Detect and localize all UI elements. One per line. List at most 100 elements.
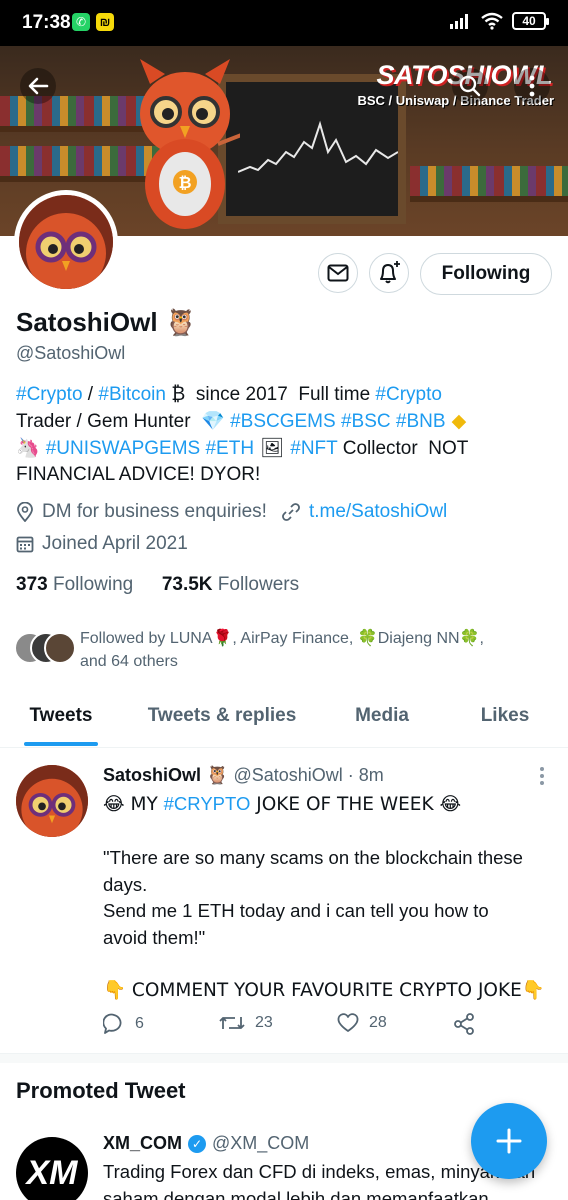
hashtag-eth[interactable]: #ETH — [200, 438, 254, 459]
retweet-icon — [219, 1017, 245, 1029]
active-tab-indicator — [24, 742, 98, 746]
xm-logo-avatar[interactable]: XM — [16, 1137, 88, 1200]
picture-emoji: 🖼 — [254, 437, 291, 459]
tweet-line: "There are so many scams on the blockcha… — [103, 847, 523, 868]
calendar-icon — [16, 536, 34, 553]
signal-icon — [450, 14, 468, 29]
bio-text: ₿ since 2017 Full time — [165, 384, 376, 405]
promoted-author-handle: @XM_COM — [212, 1133, 310, 1153]
followed-by-text: Followed by LUNA🌹, AirPay Finance, 🍀Diaj… — [80, 627, 550, 673]
tweet-line: Send me 1 ETH today and i can tell you h… — [103, 900, 489, 921]
bio-line-4: FINANCIAL ADVICE! DYOR! — [16, 464, 261, 485]
mail-icon — [327, 264, 349, 282]
location-text: DM for business enquiries! — [42, 501, 267, 522]
profile-meta-location: DM for business enquiries! t.me/SatoshiO… — [16, 501, 447, 523]
bio-line-1: #Crypto / #Bitcoin ₿ since 2017 Full tim… — [16, 382, 546, 408]
bio-text: Trader / Gem Hunter — [16, 411, 202, 432]
follower-avatar — [44, 632, 76, 664]
like-button[interactable]: 28 — [337, 1013, 387, 1033]
status-icons: 40 — [450, 12, 549, 30]
tweet-line: avoid them!" — [103, 926, 206, 948]
tweet-text-segment: 😂 MY — [103, 794, 164, 815]
hashtag-nft[interactable]: #NFT — [290, 438, 337, 459]
hashtag-bnb[interactable]: #BNB — [391, 411, 446, 432]
profile-avatar[interactable] — [14, 190, 118, 294]
tweet-actions: 6 23 28 — [103, 1013, 543, 1037]
promoted-tweet-heading: Promoted Tweet — [16, 1078, 186, 1103]
following-stat[interactable]: 373 Following — [16, 574, 133, 595]
bio-line-3: 🦄 #UNISWAPGEMS #ETH 🖼 #NFT Collector NOT — [16, 435, 546, 462]
notifications-button[interactable] — [369, 253, 409, 293]
back-button[interactable] — [20, 68, 56, 104]
message-button[interactable] — [318, 253, 358, 293]
search-button[interactable] — [452, 68, 488, 104]
share-button[interactable] — [453, 1013, 475, 1035]
search-icon — [459, 75, 481, 97]
tweet-text: 😂 MY #CRYPTO JOKE OF THE WEEK 😂 "There a… — [103, 791, 553, 1004]
tab-media[interactable]: Media — [336, 694, 428, 748]
like-count: 28 — [369, 1014, 387, 1031]
location-pin-icon — [17, 502, 33, 522]
tweet-author-name[interactable]: SatoshiOwl — [103, 765, 201, 785]
wifi-icon — [481, 12, 503, 30]
reply-icon — [103, 1013, 122, 1034]
joined-text: Joined April 2021 — [42, 533, 188, 554]
followers-label: Followers — [217, 574, 300, 595]
banner-chart-line — [238, 120, 398, 173]
bio-text: Collector NOT — [337, 438, 469, 459]
tweet-line: days. — [103, 873, 148, 895]
back-arrow-icon — [28, 77, 49, 95]
tab-likes[interactable]: Likes — [462, 694, 548, 748]
followed-by-line-1: Followed by LUNA🌹, AirPay Finance, 🍀Diaj… — [80, 630, 484, 647]
profile-meta-joined: Joined April 2021 — [16, 533, 188, 555]
promoted-author-name[interactable]: XM_COM — [103, 1133, 182, 1154]
owl-emoji: 🦉 — [164, 308, 198, 338]
banner-owl-mascot: ₿ — [140, 59, 240, 229]
tweet-avatar[interactable] — [16, 765, 88, 837]
tab-tweets[interactable]: Tweets — [12, 694, 110, 748]
tweet[interactable]: SatoshiOwl 🦉 @SatoshiOwl · 8m 😂 MY #CRYP… — [0, 749, 568, 1053]
profile-link[interactable]: t.me/SatoshiOwl — [309, 501, 447, 523]
heart-icon — [337, 1013, 359, 1032]
promoted-line: saham dengan modal lebih dan memanfaatka… — [103, 1187, 489, 1200]
hashtag-crypto[interactable]: #Crypto — [16, 384, 83, 405]
tab-tweets-replies[interactable]: Tweets & replies — [136, 694, 308, 748]
bio-text: / — [82, 384, 99, 405]
hashtag-crypto-tweet[interactable]: #CRYPTO — [164, 793, 251, 814]
more-options-button[interactable] — [514, 68, 550, 104]
following-button[interactable]: Following — [420, 253, 552, 295]
profile-tabs: Tweets Tweets & replies Media Likes — [0, 694, 568, 748]
tweet-header: SatoshiOwl 🦉 @SatoshiOwl · 8m — [103, 765, 384, 786]
follow-stats: 373 Following 73.5K Followers — [16, 574, 299, 596]
following-count: 373 — [16, 574, 48, 595]
reply-button[interactable]: 6 — [103, 1013, 144, 1035]
share-icon — [454, 1013, 474, 1035]
verified-badge-icon: ✓ — [188, 1134, 207, 1153]
hashtag-bscgems[interactable]: #BSCGEMS — [225, 411, 336, 432]
tweet-text-segment: JOKE OF THE WEEK 😂 — [250, 794, 462, 815]
bio-line-2: Trader / Gem Hunter 💎 #BSCGEMS #BSC #BNB… — [16, 408, 546, 435]
hashtag-bsc[interactable]: #BSC — [336, 411, 391, 432]
link-icon — [282, 503, 300, 521]
whatsapp-icon: ✆ — [72, 13, 90, 31]
banner-bookshelf-right — [410, 166, 568, 202]
bnb-emoji: ◆ — [445, 410, 467, 432]
tweet-more-icon[interactable] — [532, 765, 552, 787]
plus-icon — [496, 1128, 522, 1154]
tweet-line: 👇 COMMENT YOUR FAVOURITE CRYPTO JOKE👇 — [103, 979, 545, 1001]
following-label: Following — [52, 574, 134, 595]
svg-text:₿: ₿ — [178, 173, 191, 192]
hashtag-crypto-2[interactable]: #Crypto — [375, 384, 442, 405]
hashtag-bitcoin[interactable]: #Bitcoin — [98, 384, 166, 405]
compose-tweet-button[interactable] — [471, 1103, 547, 1179]
battery-icon: 40 — [512, 12, 549, 30]
unicorn-emoji: 🦄 — [16, 437, 46, 459]
wallet-app-icon: ₪ — [96, 13, 114, 31]
promoted-tweet-header: XM_COM ✓ @XM_COM — [103, 1133, 309, 1154]
owl-avatar-image — [19, 195, 113, 289]
hashtag-uniswapgems[interactable]: #UNISWAPGEMS — [46, 438, 201, 459]
followers-stat[interactable]: 73.5K Followers — [162, 574, 299, 595]
retweet-count: 23 — [255, 1014, 273, 1031]
section-divider — [0, 1053, 568, 1063]
retweet-button[interactable]: 23 — [219, 1013, 273, 1033]
